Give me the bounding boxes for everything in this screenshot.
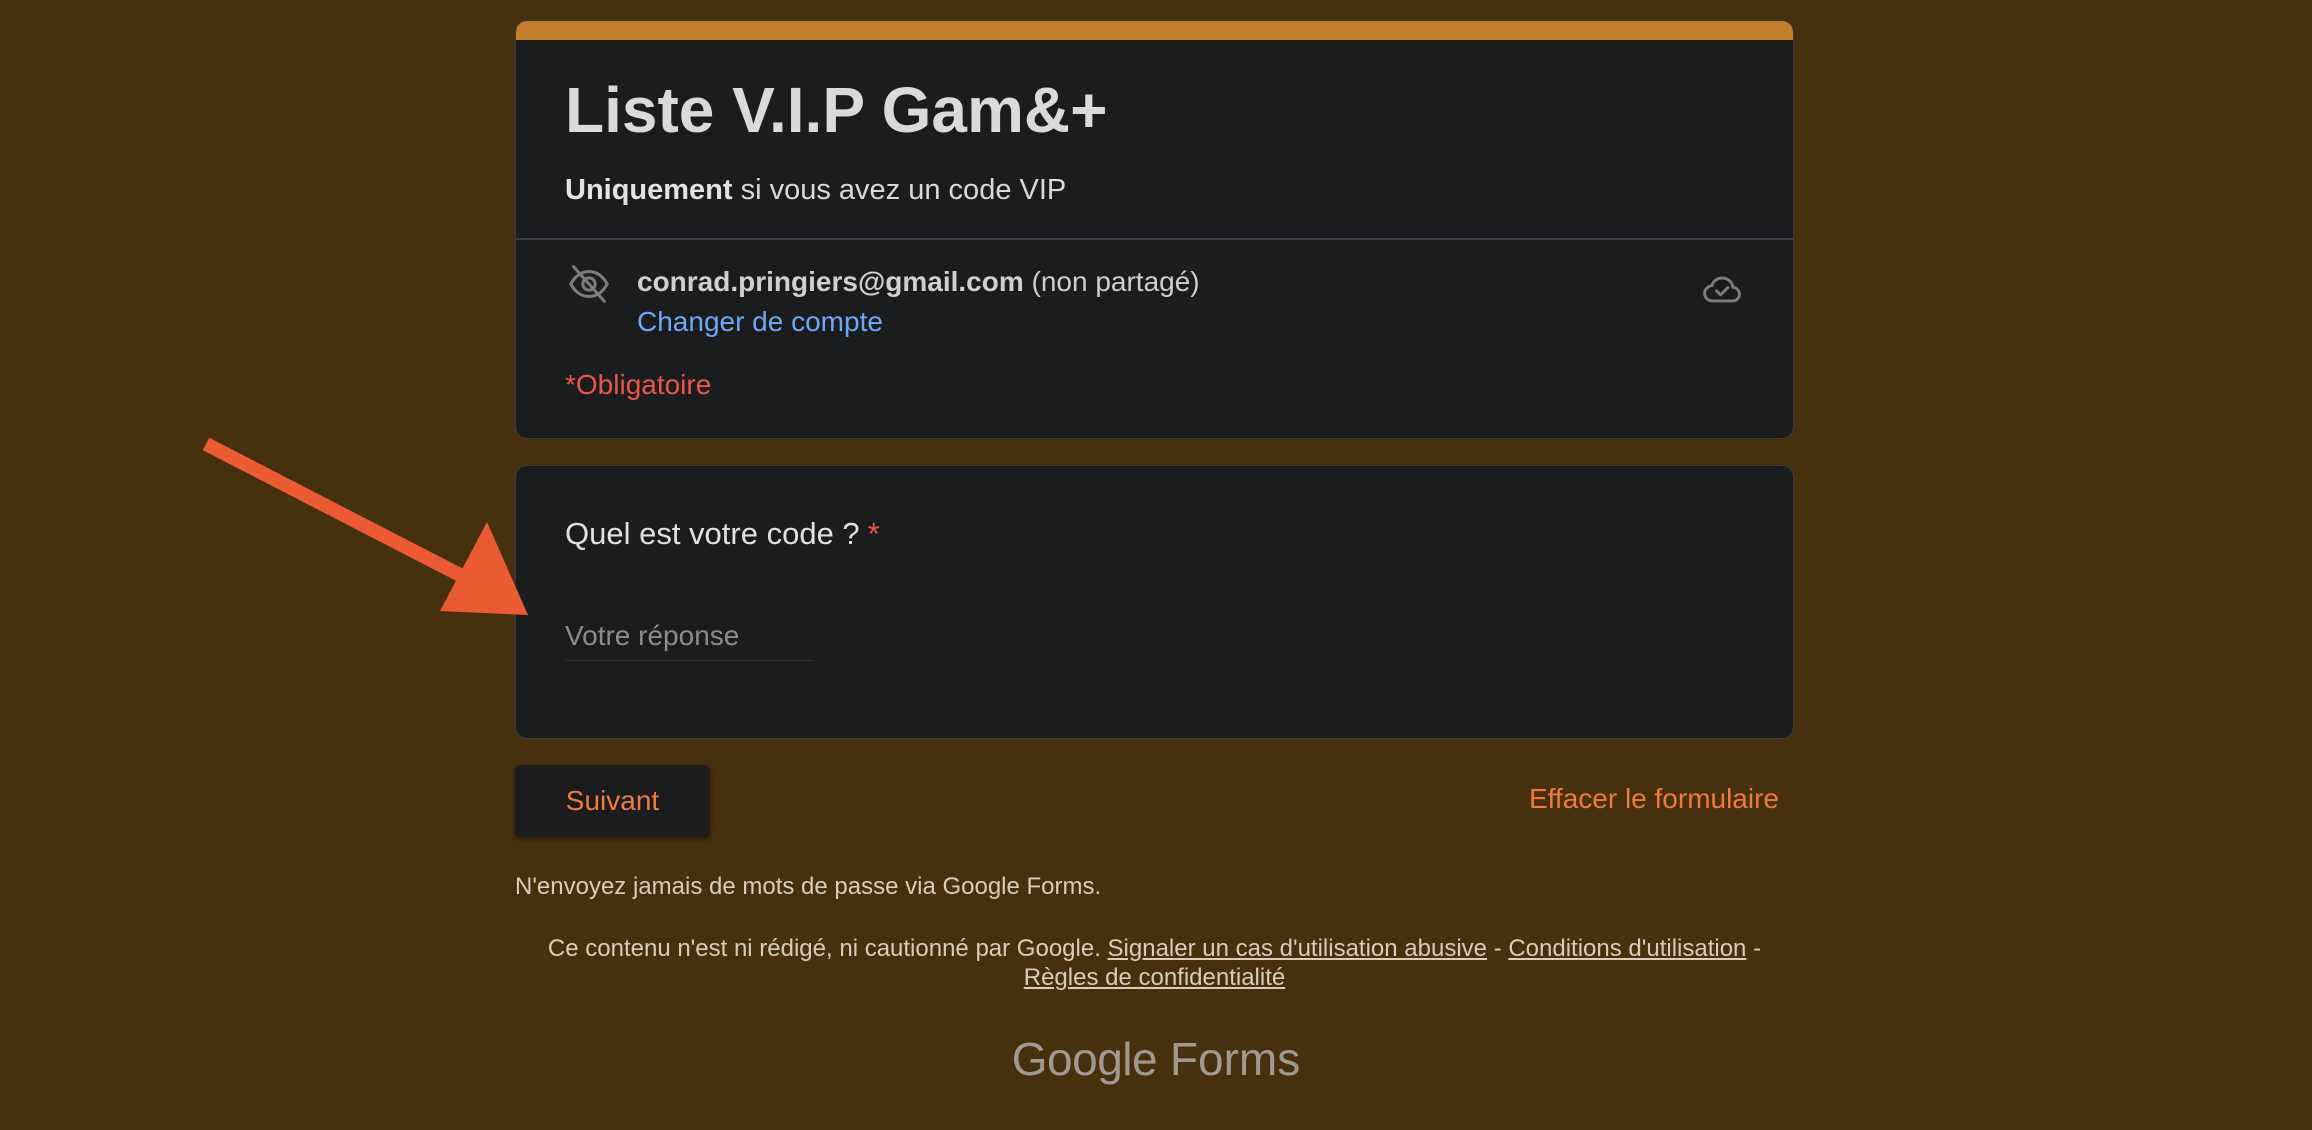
description-text: si vous avez un code VIP: [732, 174, 1067, 206]
cloud-check-icon: [1703, 276, 1741, 303]
footer-separator: -: [1487, 935, 1509, 962]
form-container: Liste V.I.P Gam&+ Uniquement si vous ave…: [515, 20, 1794, 837]
account-email: conrad.pringiers@gmail.com: [637, 266, 1024, 297]
footer-separator: -: [1746, 935, 1762, 962]
clear-form-button[interactable]: Effacer le formulaire: [1529, 783, 1779, 815]
form-title: Liste V.I.P Gam&+: [565, 74, 1108, 146]
privacy-link[interactable]: Règles de confidentialité: [1024, 964, 1286, 991]
terms-link[interactable]: Conditions d'utilisation: [1508, 935, 1746, 962]
form-header-card: Liste V.I.P Gam&+ Uniquement si vous ave…: [515, 20, 1794, 439]
eye-off-icon: [569, 265, 609, 303]
question-title: Quel est votre code ? *: [565, 516, 880, 552]
header-divider: [516, 238, 1793, 240]
logo-google: Google: [1011, 1033, 1158, 1085]
arrow-icon: [202, 437, 528, 615]
required-note: *Obligatoire: [565, 369, 712, 400]
required-marker: *: [867, 516, 880, 551]
next-button[interactable]: Suivant: [515, 765, 710, 837]
google-forms-logo: Google Forms: [0, 1032, 2312, 1086]
answer-input[interactable]: [565, 612, 813, 661]
report-abuse-link[interactable]: Signaler un cas d'utilisation abusive: [1108, 935, 1487, 962]
description-bold: Uniquement: [565, 174, 733, 206]
switch-account-link[interactable]: Changer de compte: [637, 306, 883, 338]
footer-disclaimer: Ce contenu n'est ni rédigé, ni cautionné…: [515, 934, 1794, 992]
logo-forms: Forms: [1157, 1033, 1301, 1085]
account-note: (non partagé): [1023, 266, 1200, 297]
password-warning: N'envoyez jamais de mots de passe via Go…: [515, 873, 1102, 900]
form-actions: Suivant Effacer le formulaire: [515, 765, 1794, 837]
question-card: Quel est votre code ? *: [515, 465, 1794, 739]
account-info: conrad.pringiers@gmail.com (non partagé): [637, 266, 1200, 298]
disclaimer-text: Ce contenu n'est ni rédigé, ni cautionné…: [547, 935, 1108, 962]
accent-bar: [516, 21, 1793, 40]
form-description: Uniquement si vous avez un code VIP: [565, 174, 1066, 207]
question-text: Quel est votre code ?: [565, 516, 860, 551]
